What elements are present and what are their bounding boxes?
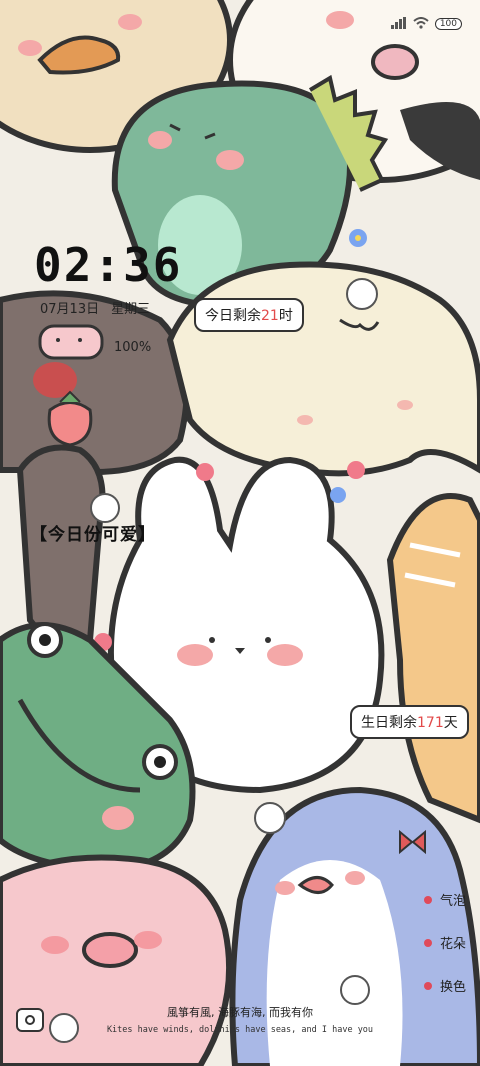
status-bar: 100 bbox=[390, 14, 462, 33]
birthday-remaining-suffix: 天 bbox=[443, 715, 458, 731]
menu-item-change-color[interactable]: 换色 bbox=[423, 976, 466, 995]
footer-quote-english: Kites have winds, dolphins have seas, an… bbox=[106, 1025, 374, 1035]
heart-icon bbox=[423, 938, 432, 947]
battery-icon: 100 bbox=[434, 17, 462, 30]
daily-cute-label: 【今日份可爱】 bbox=[30, 525, 156, 545]
birthday-remaining-prefix: 生日剩余 bbox=[361, 715, 417, 731]
today-remaining-prefix: 今日剩余 bbox=[205, 308, 261, 324]
menu-item-label: 气泡 bbox=[439, 894, 466, 909]
clock-time: 02:36 bbox=[34, 238, 183, 292]
footer-quote-chinese: 風箏有風, 海豚有海, 而我有你 bbox=[167, 1006, 313, 1019]
menu-item-label: 花朵 bbox=[439, 937, 466, 952]
side-menu: 气泡 花朵 换色 bbox=[423, 890, 466, 995]
signal-icon bbox=[390, 14, 407, 33]
lock-screen: 100 02:36 07月13日 星期三 100% 今日剩余21时 【今日份可爱】… bbox=[0, 0, 480, 1066]
today-remaining-suffix: 时 bbox=[278, 308, 293, 324]
today-remaining-value: 21 bbox=[261, 308, 279, 324]
menu-item-bubble[interactable]: 气泡 bbox=[423, 890, 466, 909]
heart-icon bbox=[423, 895, 432, 904]
battery-percent: 100% bbox=[114, 340, 152, 355]
birthday-remaining-bubble: 生日剩余171天 bbox=[350, 705, 469, 739]
weekday-text: 星期三 bbox=[111, 302, 151, 317]
today-remaining-bubble: 今日剩余21时 bbox=[194, 298, 304, 332]
menu-item-flower[interactable]: 花朵 bbox=[423, 933, 466, 952]
heart-icon bbox=[423, 981, 432, 990]
date-text: 07月13日 bbox=[40, 302, 100, 317]
clock-date: 07月13日 星期三 bbox=[40, 298, 150, 317]
menu-item-label: 换色 bbox=[439, 980, 466, 995]
birthday-remaining-value: 171 bbox=[417, 715, 444, 731]
wifi-icon bbox=[413, 14, 429, 33]
